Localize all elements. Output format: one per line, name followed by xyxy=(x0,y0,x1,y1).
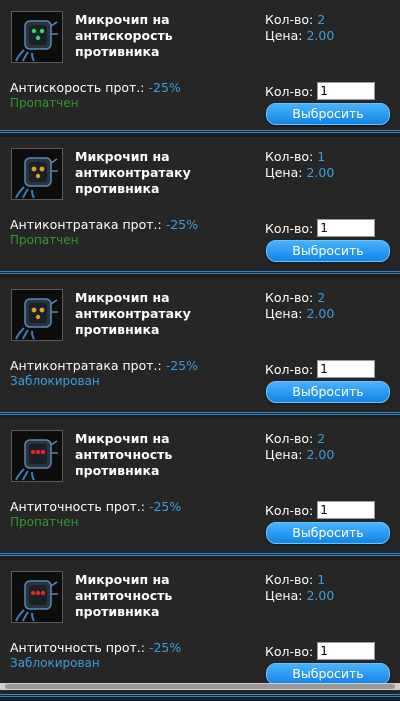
drop-qty-row: Кол-во: xyxy=(265,82,376,100)
qty-label: Кол-во: xyxy=(265,12,314,27)
list-item: Микрочип на антиконтратаку противника Ко… xyxy=(0,278,400,415)
microchip-icon[interactable] xyxy=(11,571,63,623)
item-title: Микрочип на антиконтратаку противника xyxy=(75,149,191,196)
item-title: Микрочип на антиточность противника xyxy=(75,572,173,619)
microchip-icon[interactable] xyxy=(11,430,63,482)
price-value: 2.00 xyxy=(306,165,335,180)
qty-value: 2 xyxy=(317,431,326,446)
drop-qty-row: Кол-во: xyxy=(265,501,376,519)
stat-label: Антиточность прот.: xyxy=(10,640,145,655)
stat-label: Антиточность прот.: xyxy=(10,499,145,514)
qty-label: Кол-во: xyxy=(265,149,314,164)
price-label: Цена: xyxy=(265,28,303,43)
item-state: Заблокирован xyxy=(10,656,100,670)
drop-qty-row: Кол-во: xyxy=(265,219,376,237)
list-item: Микрочип на антиточность противника Кол-… xyxy=(0,419,400,556)
item-meta: Кол-во: 1 Цена: 2.00 xyxy=(265,149,334,181)
item-stat: Антиконтратака прот.: -25% xyxy=(10,358,198,373)
item-stat: Антиконтратака прот.: -25% xyxy=(10,217,198,232)
item-stat: Антискорость прот.: -25% xyxy=(10,80,181,95)
drop-qty-input[interactable] xyxy=(317,82,376,100)
drop-qty-label: Кол-во: xyxy=(265,220,314,236)
item-state: Пропатчен xyxy=(10,233,79,247)
item-list: Микрочип на антискорость противника Кол-… xyxy=(0,0,400,701)
item-meta: Кол-во: 1 Цена: 2.00 xyxy=(265,572,334,604)
drop-qty-row: Кол-во: xyxy=(265,360,376,378)
price-value: 2.00 xyxy=(306,306,335,321)
item-title: Микрочип на антискорость противника xyxy=(75,12,173,59)
stat-label: Антискорость прот.: xyxy=(10,80,145,95)
microchip-icon[interactable] xyxy=(11,11,63,63)
drop-qty-row: Кол-во: xyxy=(265,642,376,660)
stat-value: -25% xyxy=(148,499,182,514)
drop-button[interactable]: Выбросить xyxy=(266,663,390,685)
horizontal-scrollbar[interactable] xyxy=(0,683,400,690)
price-label: Цена: xyxy=(265,165,303,180)
drop-button[interactable]: Выбросить xyxy=(266,103,390,125)
qty-label: Кол-во: xyxy=(265,431,314,446)
item-title: Микрочип на антиточность противника xyxy=(75,431,173,478)
item-state: Пропатчен xyxy=(10,96,79,110)
qty-value: 2 xyxy=(317,290,326,305)
qty-value: 2 xyxy=(317,12,326,27)
drop-qty-input[interactable] xyxy=(317,642,376,660)
stat-label: Антиконтратака прот.: xyxy=(10,358,162,373)
qty-value: 1 xyxy=(317,149,326,164)
stat-value: -25% xyxy=(165,217,199,232)
list-item: Микрочип на антиточность противника Кол-… xyxy=(0,560,400,697)
price-value: 2.00 xyxy=(306,447,335,462)
microchip-icon[interactable] xyxy=(11,289,63,341)
list-item: Микрочип на антискорость противника Кол-… xyxy=(0,0,400,133)
drop-qty-label: Кол-во: xyxy=(265,361,314,377)
item-state: Заблокирован xyxy=(10,374,100,388)
drop-qty-input[interactable] xyxy=(317,219,376,237)
price-label: Цена: xyxy=(265,306,303,321)
scrollbar-thumb[interactable] xyxy=(5,684,395,689)
stat-value: -25% xyxy=(148,80,181,95)
stat-value: -25% xyxy=(148,640,182,655)
price-label: Цена: xyxy=(265,447,303,462)
stat-label: Антиконтратака прот.: xyxy=(10,217,162,232)
item-stat: Антиточность прот.: -25% xyxy=(10,499,181,514)
drop-qty-label: Кол-во: xyxy=(265,643,314,659)
price-label: Цена: xyxy=(265,588,303,603)
drop-qty-input[interactable] xyxy=(317,360,376,378)
drop-qty-input[interactable] xyxy=(317,501,376,519)
item-meta: Кол-во: 2 Цена: 2.00 xyxy=(265,431,334,463)
item-state: Пропатчен xyxy=(10,515,79,529)
item-stat: Антиточность прот.: -25% xyxy=(10,640,181,655)
price-value: 2.00 xyxy=(306,28,335,43)
list-item: Микрочип на антиконтратаку противника Ко… xyxy=(0,137,400,274)
drop-qty-label: Кол-во: xyxy=(265,502,314,518)
drop-button[interactable]: Выбросить xyxy=(266,381,390,403)
qty-label: Кол-во: xyxy=(265,290,314,305)
item-meta: Кол-во: 2 Цена: 2.00 xyxy=(265,290,334,322)
item-title: Микрочип на антиконтратаку противника xyxy=(75,290,191,337)
qty-label: Кол-во: xyxy=(265,572,314,587)
item-meta: Кол-во: 2 Цена: 2.00 xyxy=(265,12,334,44)
stat-value: -25% xyxy=(165,358,199,373)
drop-button[interactable]: Выбросить xyxy=(266,240,390,262)
microchip-icon[interactable] xyxy=(11,148,63,200)
qty-value: 1 xyxy=(317,572,326,587)
drop-button[interactable]: Выбросить xyxy=(266,522,390,544)
price-value: 2.00 xyxy=(306,588,335,603)
drop-qty-label: Кол-во: xyxy=(265,83,314,99)
